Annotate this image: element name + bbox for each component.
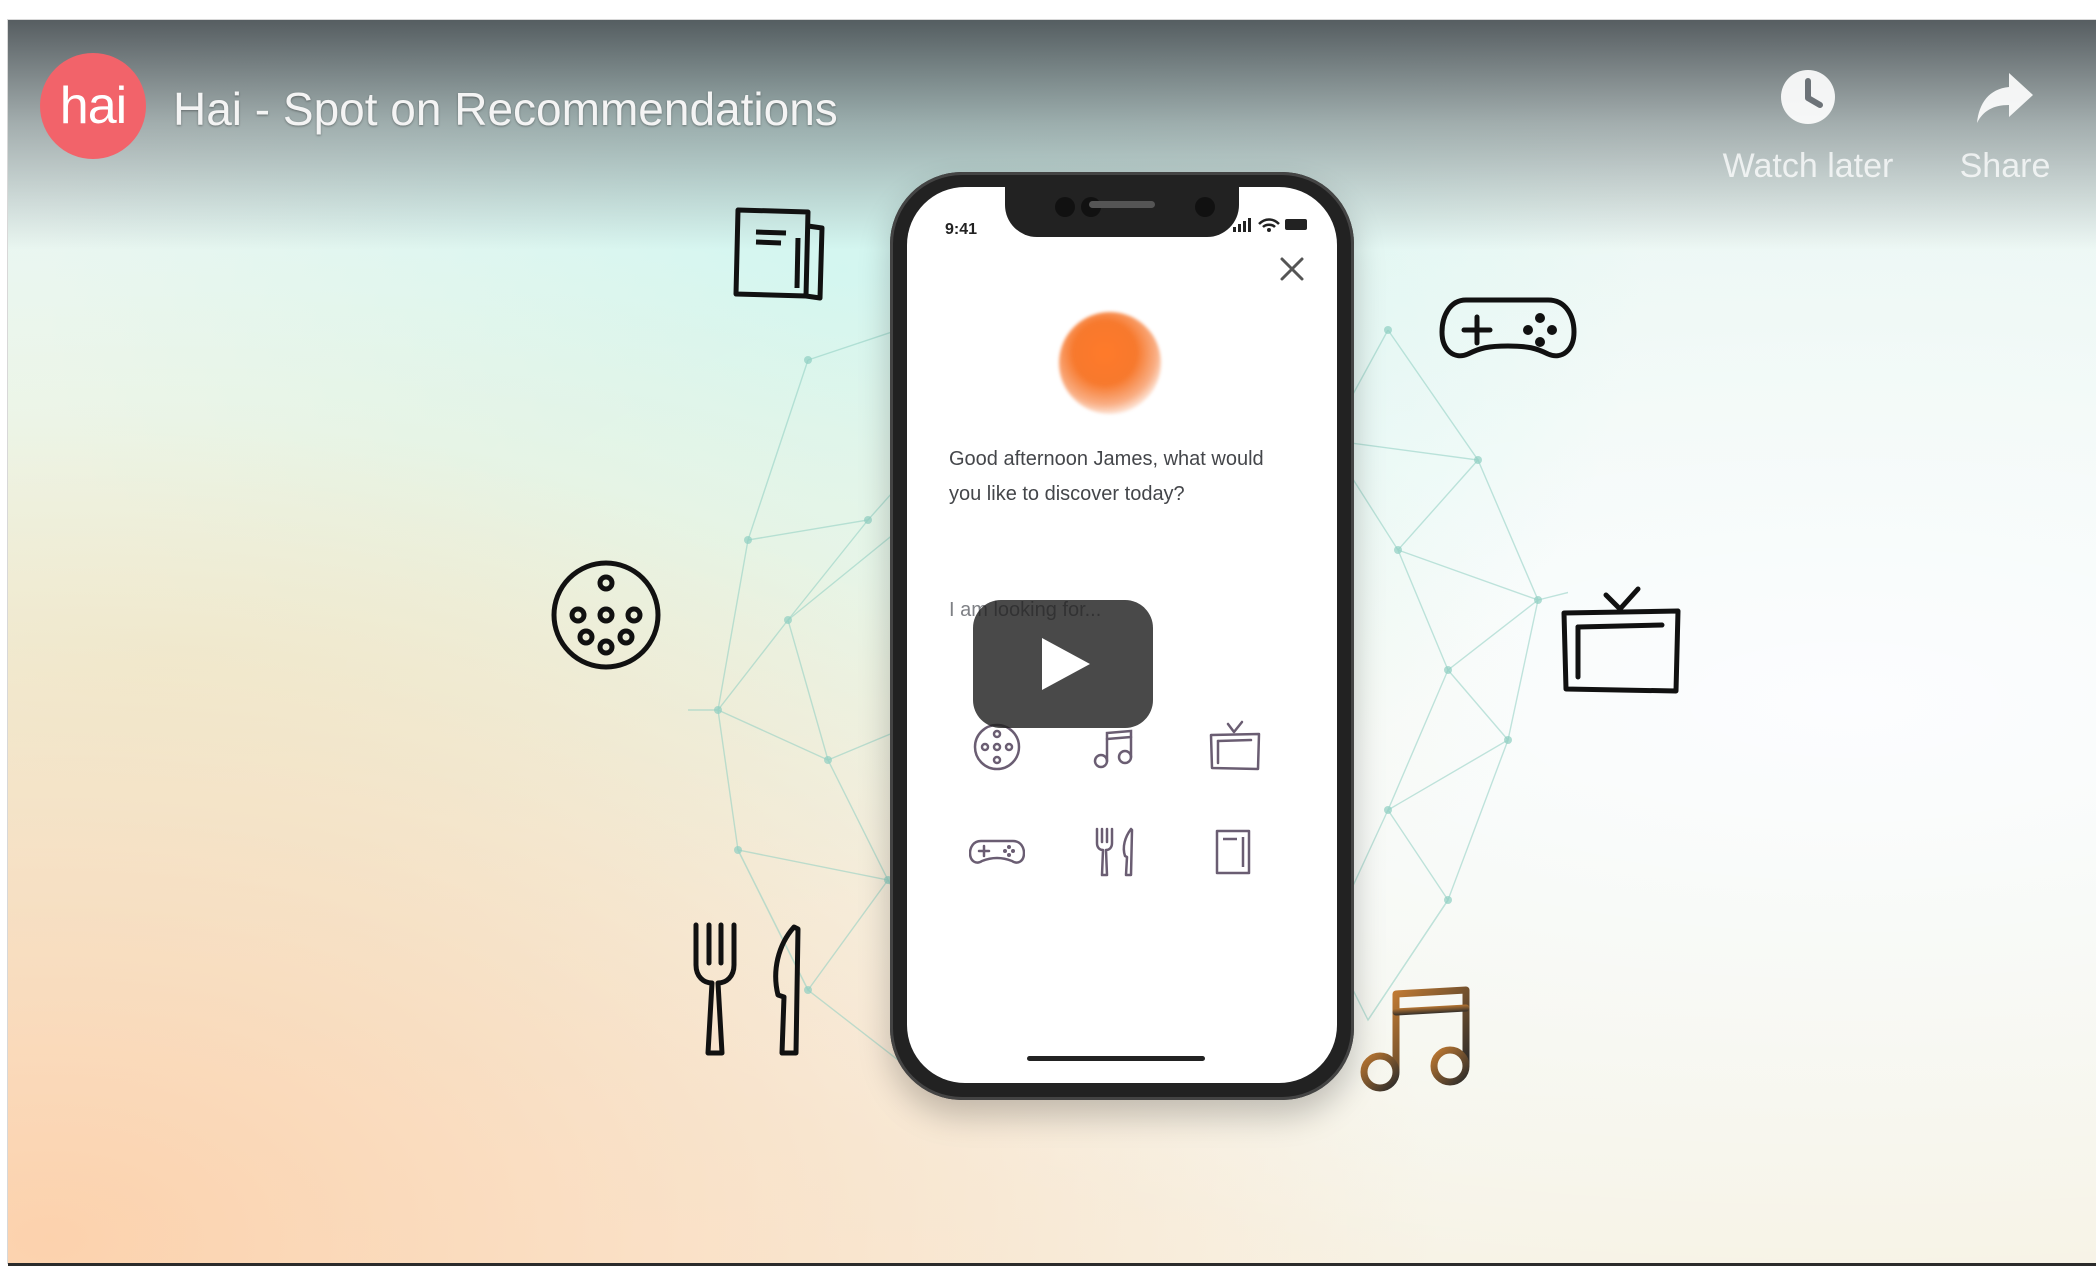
tv-icon[interactable] [1207,719,1263,775]
close-icon[interactable] [1275,252,1309,286]
greeting-text: Good afternoon James, what would you lik… [949,448,1264,505]
video-title[interactable]: Hai - Spot on Recommendations [173,82,838,136]
status-icons [1233,218,1307,232]
speaker-grille [1089,201,1155,208]
home-indicator [1027,1056,1205,1061]
watch-later-button[interactable]: Watch later [1698,65,1918,186]
tv-icon [1561,586,1681,694]
film-reel-icon [551,560,661,670]
share-label: Share [1959,147,2051,185]
play-icon [1042,638,1090,690]
status-time: 9:41 [945,221,978,238]
fork-knife-icon [693,922,801,1056]
music-note-icon [1360,986,1470,1092]
camera-icon [1055,197,1075,217]
gamepad-icon [1439,297,1577,359]
assistant-orb [1059,312,1161,414]
fork-knife-icon[interactable] [1087,823,1143,879]
share-button[interactable]: Share [1895,65,2096,186]
channel-logo-text: hai [59,77,127,135]
front-camera-icon [1195,197,1215,217]
book-icon[interactable] [1207,823,1263,879]
play-button[interactable] [973,600,1153,728]
phone-notch [1005,187,1239,237]
gamepad-icon[interactable] [969,823,1025,879]
share-arrow-icon [1973,65,2037,129]
clock-icon [1776,65,1840,129]
watch-later-label: Watch later [1722,147,1894,185]
book-icon [733,207,825,301]
channel-logo[interactable]: hai [40,53,146,159]
video-player[interactable]: hai Hai - Spot on Recommendations Watch … [8,20,2096,1263]
player-bottom-border [8,1263,2096,1266]
